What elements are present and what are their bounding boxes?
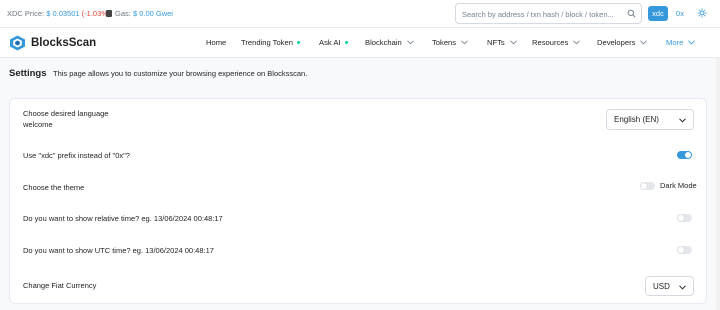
search-box[interactable] — [455, 3, 642, 24]
nav-label: Home — [206, 38, 227, 47]
currency-selected-value: USD — [653, 281, 670, 291]
nav-label: Ask AI — [319, 38, 341, 47]
toggle-knob — [685, 152, 691, 158]
language-label: Choose desired language — [23, 109, 109, 118]
nav-blockchain[interactable]: Blockchain — [365, 38, 414, 47]
page-title: Settings — [9, 68, 47, 79]
nav-label: NFTs — [487, 38, 505, 47]
live-dot-icon — [296, 41, 300, 44]
live-dot-icon — [344, 41, 348, 44]
chevron-down-icon — [679, 285, 686, 290]
page-description: This page allows you to customize your b… — [53, 69, 308, 78]
chevron-down-icon — [679, 118, 686, 123]
0x-prefix-button[interactable]: 0x — [672, 6, 688, 21]
chevron-down-icon — [406, 40, 414, 45]
language-selected-value: English (EN) — [614, 115, 659, 124]
nav-label: Resources — [532, 38, 569, 47]
search-icon[interactable] — [627, 9, 636, 18]
language-welcome-text: welcome — [23, 120, 53, 129]
chevron-down-icon — [509, 40, 517, 45]
dark-mode-toggle[interactable] — [640, 181, 655, 190]
gas-label: Gas: — [115, 9, 131, 18]
currency-select[interactable]: USD — [645, 276, 694, 296]
xdc-prefix-button[interactable]: xdc — [648, 6, 668, 21]
nav-nfts[interactable]: NFTs — [487, 38, 517, 47]
gas-price: Gas: $ 0.00 Gwei — [106, 9, 173, 18]
toggle-knob — [641, 182, 647, 189]
nav-label: More — [666, 38, 684, 47]
blocksscan-logo-icon — [10, 35, 25, 51]
search-input[interactable] — [456, 5, 624, 24]
gas-value[interactable]: $ 0.00 Gwei — [133, 9, 173, 18]
nav-trending-token[interactable]: Trending Token — [241, 38, 300, 47]
chevron-down-icon — [573, 40, 581, 45]
utc-time-toggle[interactable] — [677, 246, 692, 254]
relative-time-setting-label: Do you want to show relative time? eg. 1… — [23, 214, 223, 223]
utc-time-setting-label: Do you want to show UTC time? eg. 13/06/… — [23, 246, 214, 255]
nav-resources[interactable]: Resources — [532, 38, 581, 47]
brand-logo[interactable]: BlocksScan — [9, 35, 96, 51]
chevron-down-icon — [640, 40, 648, 45]
currency-setting-label: Change Fiat Currency — [23, 281, 97, 290]
gas-pump-icon — [106, 10, 112, 17]
xdc-prefix-toggle[interactable] — [677, 151, 692, 159]
xdc-price: XDC Price: $ 0.03501 (-1.03%) — [7, 9, 110, 18]
settings-card: Choose desired language welcome English … — [9, 98, 707, 304]
nav-label: Tokens — [432, 38, 457, 47]
dark-mode-label: Dark Mode — [660, 181, 697, 190]
relative-time-toggle[interactable] — [677, 214, 692, 222]
language-select[interactable]: English (EN) — [606, 109, 694, 130]
toggle-knob — [678, 247, 684, 253]
top-bar: XDC Price: $ 0.03501 (-1.03%) Gas: $ 0.0… — [0, 0, 720, 28]
price-label: XDC Price: — [7, 9, 45, 18]
brand-name: BlocksScan — [31, 37, 97, 49]
price-value[interactable]: $ 0.03501 — [46, 9, 79, 18]
dark-mode-switch[interactable]: Dark Mode — [640, 181, 697, 190]
nav-label: Developers — [597, 38, 636, 47]
nav-label: Blockchain — [365, 38, 402, 47]
sun-icon — [697, 8, 707, 18]
nav-home[interactable]: Home — [206, 38, 226, 47]
theme-setting-label: Choose the theme — [23, 183, 85, 192]
page-scrollbar[interactable] — [716, 58, 720, 310]
prefix-setting-label: Use "xdc" prefix instead of "0x"? — [23, 151, 130, 160]
chevron-down-icon — [461, 40, 468, 45]
theme-toggle-button[interactable] — [694, 6, 710, 21]
nav-more[interactable]: More — [666, 38, 696, 47]
toggle-knob — [678, 215, 684, 221]
language-setting-label: Choose desired language welcome — [23, 108, 108, 130]
chevron-down-icon — [688, 40, 696, 45]
nav-tokens[interactable]: Tokens — [432, 38, 468, 47]
main-navbar: BlocksScan Home Trending Token Ask AI Bl… — [0, 28, 720, 58]
nav-developers[interactable]: Developers — [597, 38, 648, 47]
nav-ask-ai[interactable]: Ask AI — [319, 38, 348, 47]
nav-label: Trending Token — [241, 38, 293, 47]
